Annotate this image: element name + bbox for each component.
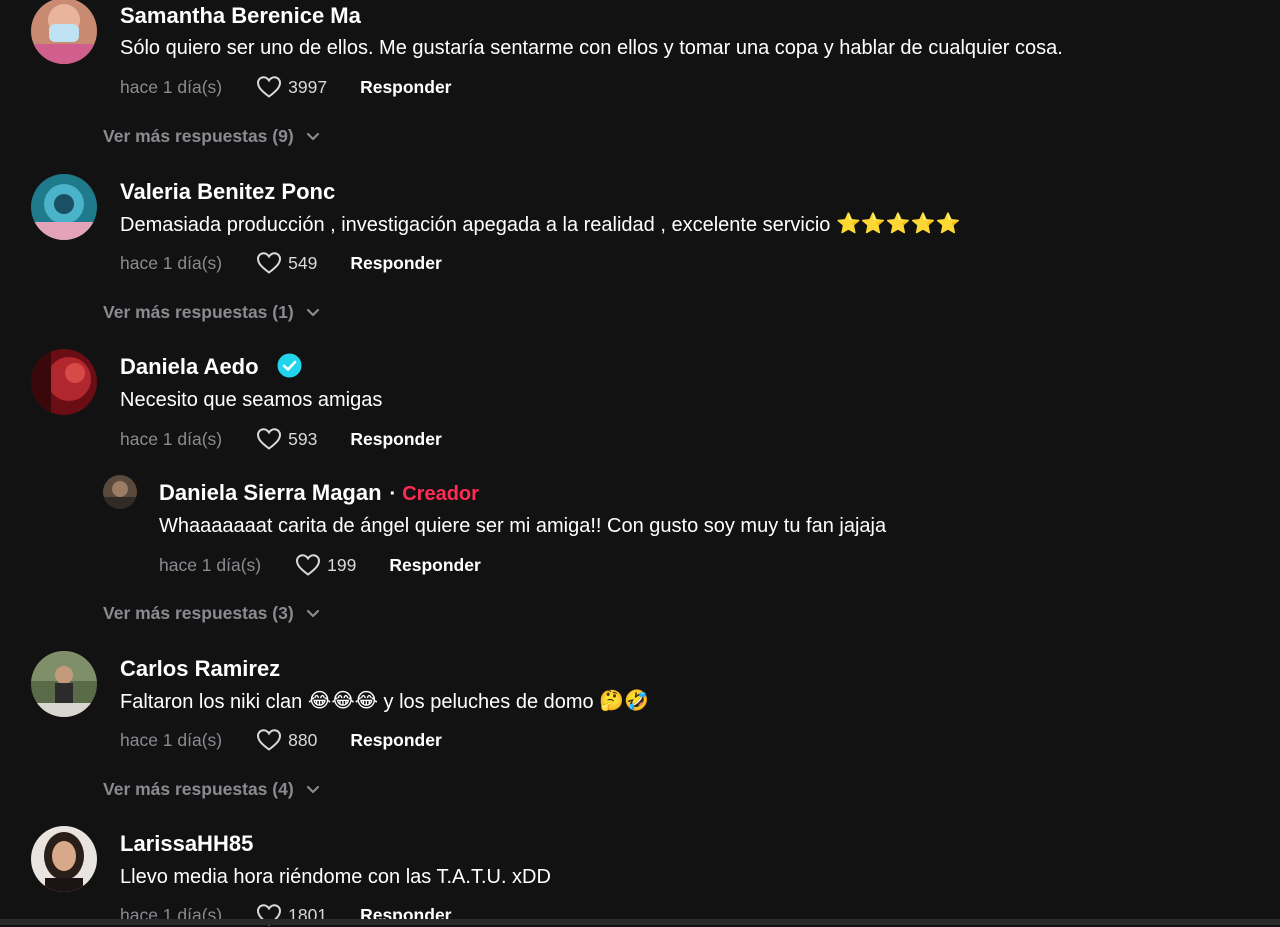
like-count: 880: [288, 729, 318, 750]
comment-text: Llevo media hora riéndome con las T.A.T.…: [120, 866, 551, 888]
heart-outline-icon: [257, 76, 282, 98]
reply-meta: hace 1 día(s) 199 Responder: [159, 553, 481, 577]
comment-meta: hace 1 día(s) 880 Responder: [120, 728, 442, 752]
avatar[interactable]: [31, 651, 97, 717]
like-count: 593: [288, 428, 318, 449]
like-button[interactable]: 880: [256, 728, 317, 752]
separator: ·: [389, 483, 397, 505]
reply-header: Daniela Sierra Magan · Creador: [159, 480, 479, 506]
avatar[interactable]: [31, 349, 97, 415]
like-count: 199: [327, 554, 357, 575]
comment-text: Faltaron los niki clan 😂😂😂 y los peluche…: [120, 690, 649, 715]
comment-text: Necesito que seamos amigas: [120, 389, 383, 411]
comment-meta: hace 1 día(s) 549 Responder: [120, 251, 442, 275]
comment-time: hace 1 día(s): [120, 729, 223, 750]
avatar[interactable]: [31, 826, 97, 892]
view-more-replies-label: Ver más respuestas (1): [103, 302, 294, 322]
view-more-replies[interactable]: Ver más respuestas (4): [103, 779, 320, 800]
verified-badge-icon: [277, 353, 302, 378]
view-more-replies[interactable]: Ver más respuestas (3): [103, 603, 320, 624]
comment-time: hace 1 día(s): [120, 252, 223, 273]
username[interactable]: Valeria Benitez Ponc: [120, 179, 335, 205]
username[interactable]: Carlos Ramirez: [120, 656, 280, 682]
horizontal-scrollbar[interactable]: [0, 919, 1280, 925]
comment-time: hace 1 día(s): [120, 76, 223, 97]
view-more-replies-label: Ver más respuestas (9): [103, 126, 294, 146]
view-more-replies[interactable]: Ver más respuestas (9): [103, 126, 320, 147]
avatar[interactable]: [31, 0, 97, 64]
reply-button[interactable]: Responder: [389, 555, 480, 576]
username[interactable]: Daniela Sierra Magan: [159, 480, 382, 505]
username-label: Daniela Aedo: [120, 354, 259, 379]
comment-text: Sólo quiero ser uno de ellos. Me gustarí…: [120, 37, 1063, 59]
reply-text: Whaaaaaaat carita de ángel quiere ser mi…: [159, 515, 887, 537]
like-button[interactable]: 3997: [256, 75, 327, 99]
avatar[interactable]: [31, 174, 97, 240]
star-emoji: ⭐⭐⭐⭐⭐: [836, 213, 961, 235]
like-button[interactable]: 549: [256, 251, 317, 275]
chevron-down-icon: [306, 609, 319, 617]
heart-outline-icon: [257, 252, 282, 274]
reply-button[interactable]: Responder: [360, 77, 451, 98]
laughing-emoji: 😂😂😂: [307, 690, 378, 712]
creator-badge: Creador: [402, 483, 479, 505]
comment-text-part: Faltaron los niki clan: [120, 690, 303, 713]
like-count: 549: [288, 252, 318, 273]
reply-button[interactable]: Responder: [350, 253, 441, 274]
heart-outline-icon: [296, 554, 321, 576]
username[interactable]: LarissaHH85: [120, 831, 253, 857]
view-more-replies-label: Ver más respuestas (3): [103, 603, 294, 623]
avatar[interactable]: [103, 475, 137, 509]
reply-time: hace 1 día(s): [159, 554, 262, 575]
heart-outline-icon: [257, 729, 282, 751]
chevron-down-icon: [306, 308, 319, 316]
username[interactable]: Samantha Berenice Ma: [120, 3, 361, 29]
chevron-down-icon: [306, 132, 319, 140]
username[interactable]: Daniela Aedo: [120, 353, 302, 381]
chevron-down-icon: [306, 785, 319, 793]
like-button[interactable]: 199: [295, 553, 356, 577]
like-button[interactable]: 593: [256, 427, 317, 451]
like-count: 3997: [288, 76, 328, 97]
view-more-replies-label: Ver más respuestas (4): [103, 779, 294, 799]
thinking-emoji: 🤔🤣: [599, 690, 650, 712]
comment-meta: hace 1 día(s) 593 Responder: [120, 427, 442, 451]
reply-button[interactable]: Responder: [350, 730, 441, 751]
heart-outline-icon: [257, 428, 282, 450]
comment-meta: hace 1 día(s) 3997 Responder: [120, 75, 451, 99]
comment-text-body: Demasiada producción , investigación ape…: [120, 213, 831, 236]
comment-time: hace 1 día(s): [120, 428, 223, 449]
view-more-replies[interactable]: Ver más respuestas (1): [103, 302, 320, 323]
comment-text: Demasiada producción , investigación ape…: [120, 213, 961, 238]
reply-button[interactable]: Responder: [350, 429, 441, 450]
comment-text-part: y los peluches de domo: [383, 690, 594, 713]
